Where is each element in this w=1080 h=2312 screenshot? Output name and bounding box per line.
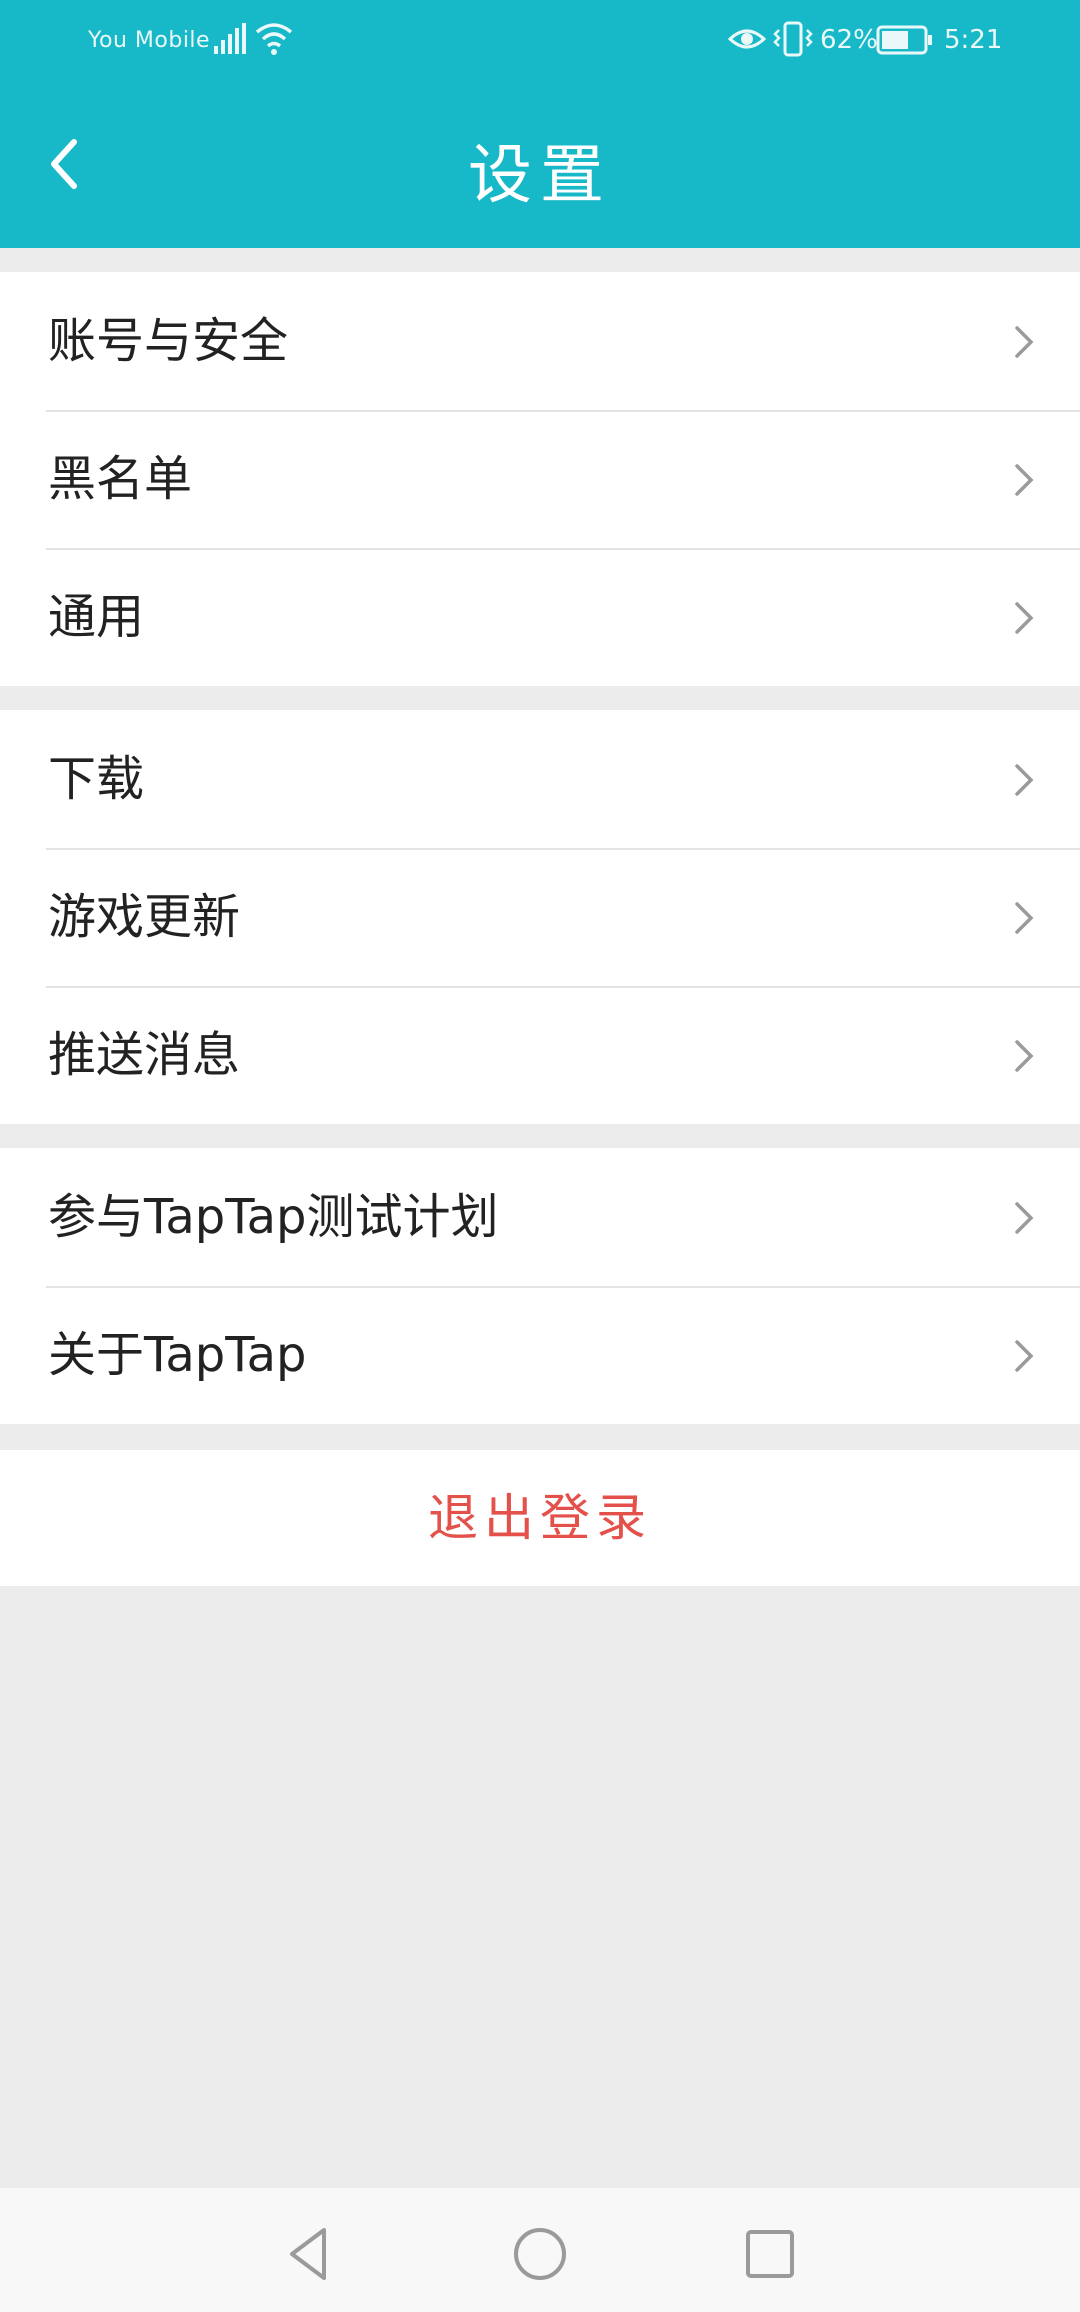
app-header: You Mobile 62% 5:21 设置 bbox=[0, 0, 1080, 248]
vibrate-icon bbox=[773, 21, 813, 57]
settings-item-about[interactable]: 关于TapTap bbox=[0, 1286, 1080, 1424]
chevron-right-icon bbox=[1015, 902, 1034, 934]
signal-icon bbox=[214, 23, 246, 54]
settings-group-2: 下载 游戏更新 推送消息 bbox=[0, 710, 1080, 1124]
settings-item-general[interactable]: 通用 bbox=[0, 548, 1080, 686]
carrier-name: You Mobile bbox=[88, 28, 211, 53]
settings-item-label: 关于TapTap bbox=[48, 1327, 307, 1383]
wifi-icon bbox=[255, 23, 293, 55]
chevron-right-icon bbox=[1015, 1202, 1034, 1234]
battery-icon bbox=[876, 25, 932, 55]
battery-percent: 62% bbox=[820, 25, 878, 55]
logout-button[interactable]: 退出登录 bbox=[0, 1450, 1080, 1586]
settings-item-blacklist[interactable]: 黑名单 bbox=[0, 410, 1080, 548]
settings-item-label: 参与TapTap测试计划 bbox=[48, 1189, 499, 1245]
settings-item-push-notifications[interactable]: 推送消息 bbox=[0, 986, 1080, 1124]
status-bar: You Mobile 62% 5:21 bbox=[0, 0, 1080, 84]
settings-item-download[interactable]: 下载 bbox=[0, 710, 1080, 848]
logout-label: 退出登录 bbox=[428, 1489, 652, 1547]
back-triangle-icon[interactable] bbox=[280, 2224, 340, 2284]
settings-group-1: 账号与安全 黑名单 通用 bbox=[0, 272, 1080, 686]
eye-icon bbox=[728, 29, 766, 49]
settings-item-label: 账号与安全 bbox=[48, 313, 289, 369]
system-nav-bar bbox=[0, 2188, 1080, 2312]
settings-item-account-security[interactable]: 账号与安全 bbox=[0, 272, 1080, 410]
chevron-right-icon bbox=[1015, 1040, 1034, 1072]
chevron-right-icon bbox=[1015, 464, 1034, 496]
chevron-right-icon bbox=[1015, 326, 1034, 358]
settings-group-3: 参与TapTap测试计划 关于TapTap bbox=[0, 1148, 1080, 1424]
settings-item-label: 黑名单 bbox=[48, 451, 193, 507]
settings-item-game-updates[interactable]: 游戏更新 bbox=[0, 848, 1080, 986]
settings-item-label: 游戏更新 bbox=[48, 889, 241, 945]
page-title: 设置 bbox=[468, 139, 612, 213]
chevron-right-icon bbox=[1015, 764, 1034, 796]
chevron-right-icon bbox=[1015, 602, 1034, 634]
chevron-right-icon bbox=[1015, 1340, 1034, 1372]
recents-square-icon[interactable] bbox=[740, 2224, 800, 2284]
settings-item-beta-program[interactable]: 参与TapTap测试计划 bbox=[0, 1148, 1080, 1286]
home-circle-icon[interactable] bbox=[510, 2224, 570, 2284]
clock-time: 5:21 bbox=[944, 25, 1003, 55]
settings-item-label: 下载 bbox=[48, 751, 145, 807]
settings-item-label: 通用 bbox=[48, 589, 145, 645]
settings-item-label: 推送消息 bbox=[48, 1027, 241, 1083]
